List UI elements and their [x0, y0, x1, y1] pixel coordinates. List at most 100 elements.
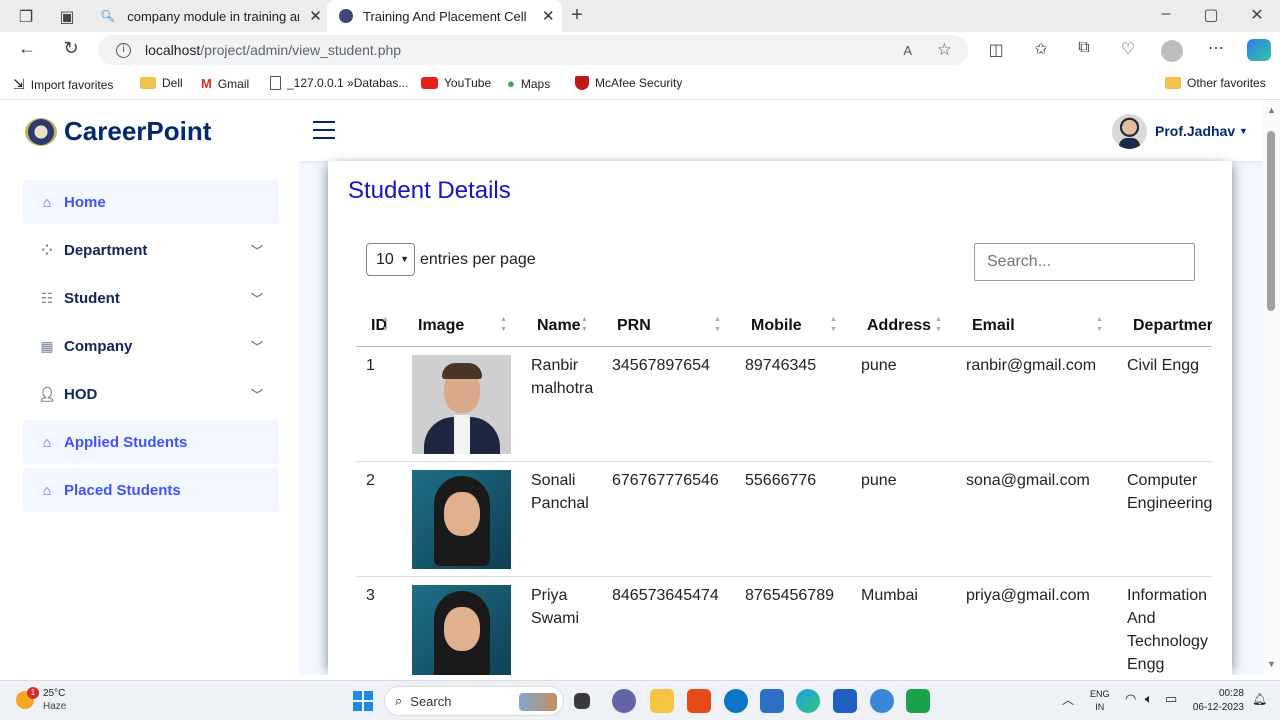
- clock[interactable]: 00:28 06-12-2023: [1190, 687, 1244, 715]
- teams-icon[interactable]: [612, 689, 636, 713]
- col-image[interactable]: Image: [418, 317, 464, 335]
- fav-other[interactable]: Other favorites: [1165, 76, 1266, 90]
- collections-icon[interactable]: ⧉: [1074, 39, 1094, 57]
- more-icon[interactable]: ⋯: [1206, 38, 1226, 58]
- col-address[interactable]: Address: [867, 317, 931, 335]
- col-prn[interactable]: PRN: [617, 317, 651, 335]
- language-indicator[interactable]: ENG IN: [1090, 688, 1110, 714]
- fav-gmail[interactable]: M Gmail: [201, 76, 249, 91]
- sort-icon[interactable]: ▲ ▼: [581, 315, 588, 335]
- tab-actions-icon[interactable]: ▣: [57, 7, 77, 27]
- battery-icon[interactable]: ▭: [1165, 691, 1177, 707]
- split-screen-icon[interactable]: ◫: [986, 40, 1006, 60]
- sort-icon[interactable]: ▲ ▼: [1096, 315, 1103, 335]
- favorite-star-icon[interactable]: ☆: [937, 40, 952, 60]
- sidebar-item-home[interactable]: ⌂ Home: [23, 180, 279, 224]
- app-icon[interactable]: [906, 689, 930, 713]
- new-tab-icon[interactable]: +: [566, 4, 588, 27]
- store-icon[interactable]: [760, 689, 784, 713]
- close-window-icon[interactable]: ✕: [1249, 5, 1265, 25]
- chevron-down-icon: ﹀: [250, 387, 263, 402]
- web-page: CareerPoint Prof.Jadhav ▼ ⌂ Home ⁘ Departm…: [5, 101, 1263, 675]
- user-avatar[interactable]: [1112, 114, 1147, 149]
- workspaces-icon[interactable]: ❐: [16, 7, 36, 27]
- wifi-icon[interactable]: ◠: [1125, 691, 1136, 707]
- student-photo: [412, 585, 511, 675]
- sort-icon[interactable]: ▲ ▼: [500, 315, 507, 335]
- sort-icon[interactable]: ▲ ▼: [714, 315, 721, 335]
- scroll-up-icon[interactable]: ▲: [1267, 105, 1276, 115]
- tray-expand-icon[interactable]: ︿: [1062, 691, 1074, 708]
- sidebar-item-department[interactable]: ⁘ Department ﹀: [23, 228, 279, 272]
- search-input[interactable]: [974, 243, 1195, 281]
- sort-icon[interactable]: ▲ ▼: [382, 315, 389, 335]
- browser-essentials-icon[interactable]: ♡: [1118, 39, 1138, 59]
- notification-bell-icon[interactable]: 🔔︎: [1252, 692, 1267, 706]
- sidebar-item-applied-students[interactable]: ⌂ Applied Students: [23, 420, 279, 464]
- youtube-icon: [421, 77, 438, 89]
- brand-logo[interactable]: [25, 118, 57, 146]
- dell-icon[interactable]: [724, 689, 748, 713]
- row-divider: [356, 461, 1212, 462]
- student-photo: [412, 470, 511, 569]
- edge-icon[interactable]: [796, 689, 820, 713]
- task-view-icon[interactable]: [574, 693, 590, 709]
- windows-start-icon[interactable]: [353, 691, 373, 711]
- weather-widget[interactable]: 1 25°C Haze: [14, 687, 94, 717]
- fav-youtube[interactable]: YouTube: [421, 76, 491, 90]
- back-icon[interactable]: ←: [16, 38, 38, 59]
- file-explorer-icon[interactable]: [650, 689, 674, 713]
- read-aloud-icon[interactable]: A: [903, 43, 912, 58]
- copilot-icon[interactable]: [1247, 39, 1271, 61]
- close-icon[interactable]: ✕: [309, 7, 322, 25]
- cell-name: Ranbir malhotra: [531, 357, 594, 397]
- volume-icon[interactable]: 🔈︎: [1145, 691, 1153, 707]
- profile-avatar[interactable]: [1161, 40, 1183, 62]
- fav-database[interactable]: _127.0.0.1 »Databas...: [270, 76, 408, 90]
- brand-name[interactable]: CareerPoint: [64, 116, 211, 147]
- cell-id: 3: [366, 587, 375, 604]
- onedrive-icon[interactable]: [870, 689, 894, 713]
- refresh-icon[interactable]: ↻: [60, 38, 82, 59]
- header-divider: [356, 346, 1212, 347]
- gmail-icon: M: [201, 76, 212, 91]
- fav-dell[interactable]: Dell: [140, 76, 183, 90]
- hamburger-menu-icon[interactable]: [313, 121, 335, 139]
- col-name[interactable]: Name: [537, 317, 581, 335]
- sidebar-item-student[interactable]: ☷ Student ﹀: [23, 276, 279, 320]
- tab-active[interactable]: Training And Placement Cell ✕: [327, 0, 562, 32]
- user-menu[interactable]: Prof.Jadhav ▼: [1155, 123, 1248, 139]
- info-icon: i: [116, 42, 131, 58]
- col-email[interactable]: Email: [972, 317, 1015, 335]
- sidebar-item-company[interactable]: ▦ Company ﹀: [23, 324, 279, 368]
- tab-search[interactable]: 🔍︎ company module in training and ✕: [90, 0, 325, 32]
- sort-icon[interactable]: ▲ ▼: [830, 315, 837, 335]
- page-scrollbar[interactable]: ▲ ▼: [1263, 101, 1280, 675]
- sidebar-item-placed-students[interactable]: ⌂ Placed Students: [23, 468, 279, 512]
- caret-down-icon: ▼: [1239, 126, 1248, 136]
- entries-select[interactable]: 10 ▼: [366, 243, 415, 276]
- house-icon: ⌂: [42, 482, 52, 498]
- tab-title: Training And Placement Cell: [363, 8, 527, 24]
- close-icon[interactable]: ✕: [542, 7, 555, 25]
- fav-maps[interactable]: ● Maps: [507, 76, 550, 91]
- office-icon[interactable]: [687, 689, 711, 713]
- cell-department: Information And Technology Engg: [1127, 587, 1208, 673]
- fav-import[interactable]: ⇲ Import favorites: [13, 76, 113, 93]
- sidebar-item-hod[interactable]: 👤︎ HOD ﹀: [23, 372, 279, 416]
- taskbar-search[interactable]: ⌕ Search: [384, 686, 564, 716]
- sort-icon[interactable]: ▲ ▼: [935, 315, 942, 335]
- fav-mcafee[interactable]: McAfee Security: [575, 76, 682, 90]
- favorites-icon[interactable]: ✩: [1031, 39, 1051, 59]
- cell-id: 2: [366, 472, 375, 489]
- scroll-thumb[interactable]: [1267, 131, 1275, 311]
- scroll-down-icon[interactable]: ▼: [1267, 659, 1276, 669]
- word-icon[interactable]: [833, 689, 857, 713]
- col-department[interactable]: Departmer: [1133, 317, 1212, 335]
- col-mobile[interactable]: Mobile: [751, 317, 802, 335]
- temperature: 25°C: [43, 688, 66, 699]
- minimize-icon[interactable]: –: [1158, 5, 1174, 23]
- url-field[interactable]: i localhost /project/admin/view_student.…: [98, 35, 968, 65]
- maximize-icon[interactable]: ▢: [1203, 5, 1219, 25]
- browser-tab-strip: ❐ ▣ 🔍︎ company module in training and ✕ …: [0, 0, 1280, 32]
